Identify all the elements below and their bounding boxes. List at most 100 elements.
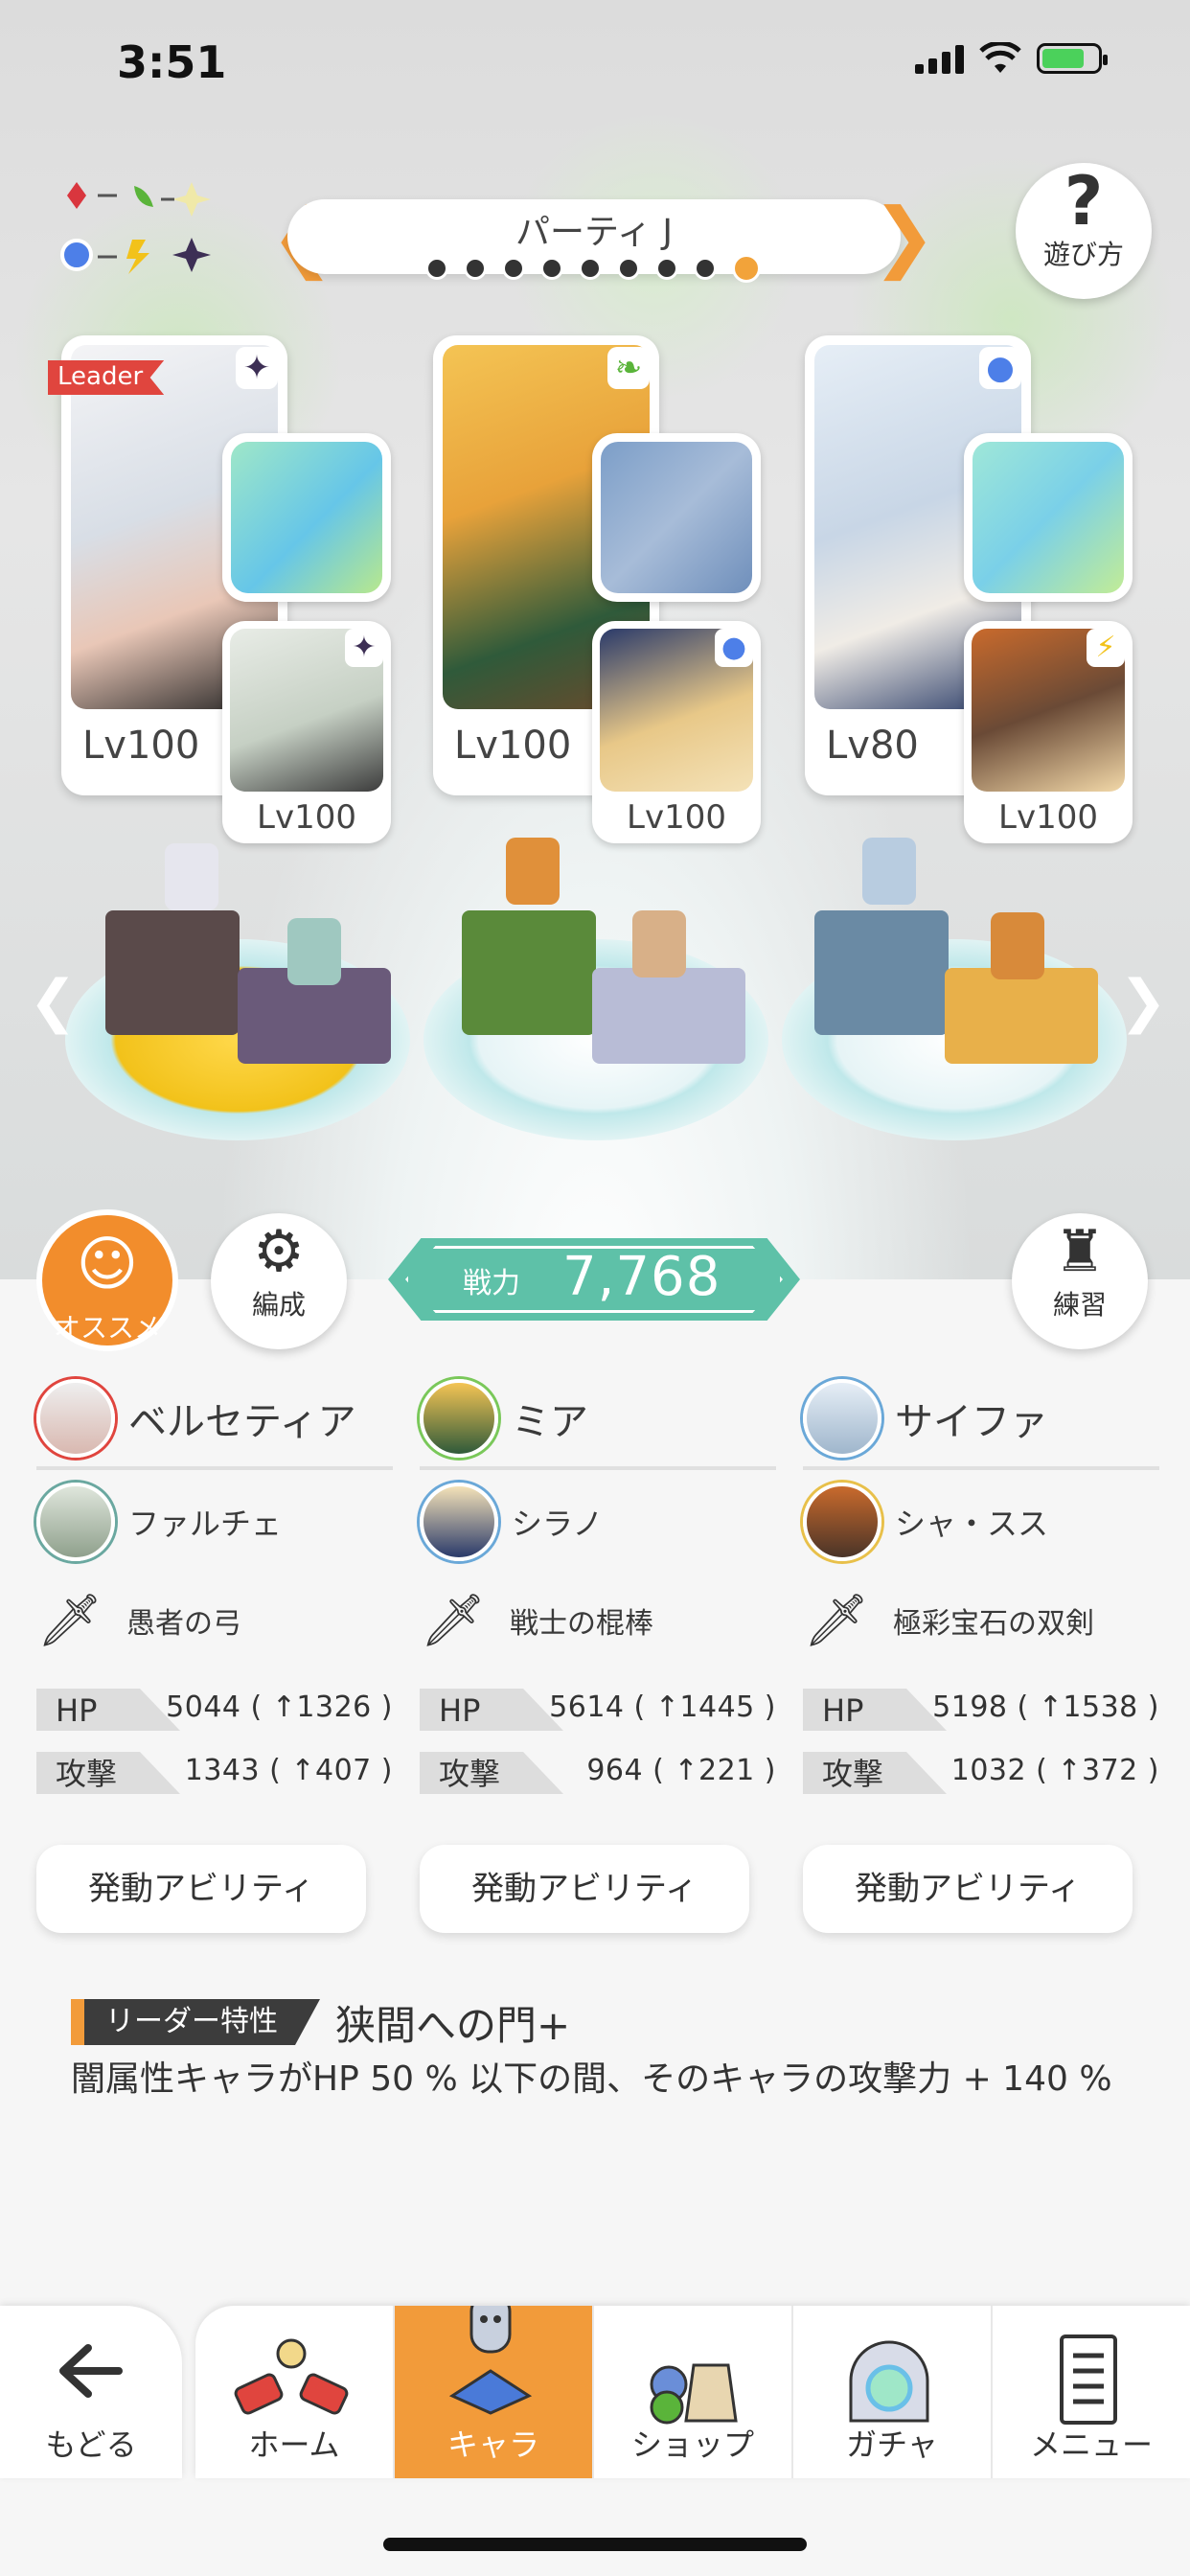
back-arrow-icon (59, 2344, 123, 2398)
sub-member-row[interactable]: ファルチェ (36, 1470, 393, 1574)
member-name-row[interactable]: ミア (420, 1370, 776, 1470)
formation-gear-icon: ⚙ (253, 1218, 305, 1285)
practice-button[interactable]: ♜ 練習 (1012, 1213, 1148, 1349)
member-name-row[interactable]: サイファ (803, 1370, 1159, 1470)
weapon-row[interactable]: 🗡 戦士の棍棒 (420, 1574, 776, 1668)
hp-stat: HP 5198 ( ↑1538 ) (803, 1689, 1159, 1731)
tab-label: キャラ (446, 2426, 539, 2463)
member-level: Lv100 (454, 724, 572, 768)
question-icon: ? (1064, 162, 1104, 241)
formation-button[interactable]: ⚙ 編成 (211, 1213, 347, 1349)
sub-member-level: Lv100 (257, 798, 356, 837)
back-button[interactable]: もどる (0, 2306, 182, 2478)
tab-label: ショップ (630, 2426, 754, 2463)
sub-member-row[interactable]: シラノ (420, 1470, 776, 1574)
cellular-signal-icon (915, 43, 964, 74)
club-icon (601, 442, 752, 593)
help-label: 遊び方 (1042, 239, 1124, 270)
next-party-arrow[interactable]: ❯ (872, 192, 936, 281)
party-page-dots[interactable] (425, 254, 761, 283)
sub-member-row[interactable]: シャ・スス (803, 1470, 1159, 1574)
help-button[interactable]: ? 遊び方 (1016, 163, 1152, 299)
tab-label: メニュー (1029, 2426, 1153, 2463)
tab-menu[interactable]: メニュー (993, 2306, 1190, 2478)
weapon-tile-3[interactable] (964, 433, 1133, 602)
ability-button-3[interactable]: 発動アビリティ (803, 1845, 1133, 1933)
shop-icon (650, 2363, 738, 2425)
menu-list-icon (1060, 2334, 1117, 2425)
avatar (420, 1483, 498, 1561)
practice-label: 練習 (1052, 1289, 1107, 1321)
leader-skill-name: 狭間への門+ (335, 2002, 571, 2049)
sub-member-name: ファルチェ (128, 1506, 283, 1542)
bow-icon (231, 442, 382, 593)
ability-button-2[interactable]: 発動アビリティ (420, 1845, 749, 1933)
sub-member-card-3[interactable]: ⚡ Lv100 (964, 621, 1133, 843)
attack-stat: 攻撃 964 ( ↑221 ) (420, 1752, 776, 1794)
tab-gacha[interactable]: ガチャ (793, 2306, 993, 2478)
status-time: 3:51 (117, 36, 227, 88)
tab-label: ホーム (248, 2426, 340, 2463)
recommend-button[interactable]: ☺ オススメ (36, 1209, 178, 1351)
hp-value: 5198 ( ↑1538 ) (932, 1690, 1159, 1724)
dark-element-icon: ✦ (236, 347, 278, 389)
home-indicator[interactable] (383, 2538, 807, 2551)
scroll-left-arrow[interactable]: ❮ (29, 968, 77, 1035)
water-element-icon: ● (715, 629, 753, 667)
weapon-name: 戦士の棍棒 (510, 1607, 653, 1641)
formation-label: 編成 (251, 1289, 306, 1321)
character-icon (448, 2306, 533, 2415)
stone-block (592, 968, 745, 1064)
attack-stat: 攻撃 1032 ( ↑372 ) (803, 1752, 1159, 1794)
scroll-right-arrow[interactable]: ❯ (1119, 968, 1167, 1035)
bottom-nav: もどる ホーム キャラ ショップ ガチャ メニュー (0, 2306, 1190, 2478)
character-sprite (506, 838, 560, 905)
weapon-tile-1[interactable] (222, 433, 391, 602)
avatar (803, 1379, 881, 1458)
weapon-icon: 🗡 (420, 1590, 487, 1650)
member-name: ミア (512, 1400, 588, 1444)
twin-swords-icon (973, 442, 1124, 593)
home-icon (234, 2338, 349, 2415)
weapon-name: 極彩宝石の双剣 (893, 1607, 1094, 1641)
sub-member-card-2[interactable]: ● Lv100 (592, 621, 761, 843)
leader-skill-description: 闇属性キャラがHP 50 % 以下の間、そのキャラの攻撃力 + 140 % (71, 2059, 1112, 2099)
member-name-row[interactable]: ベルセティア (36, 1370, 393, 1470)
leader-skill-label: リーダー特性 (71, 1999, 320, 2045)
stone-block (814, 910, 949, 1035)
weapon-row[interactable]: 🗡 愚者の弓 (36, 1574, 393, 1668)
water-element-icon: ● (979, 347, 1021, 389)
character-sprite (165, 843, 218, 910)
weapon-tile-2[interactable] (592, 433, 761, 602)
power-label: 戦力 (463, 1267, 520, 1300)
avatar (803, 1483, 881, 1561)
attack-value: 1343 ( ↑407 ) (184, 1754, 393, 1787)
tab-shop[interactable]: ショップ (594, 2306, 793, 2478)
weapon-icon: 🗡 (36, 1590, 103, 1650)
sub-member-level: Lv100 (627, 798, 726, 837)
hp-stat: HP 5614 ( ↑1445 ) (420, 1689, 776, 1731)
sand-block (945, 968, 1098, 1064)
wifi-icon (979, 42, 1021, 73)
element-chart-icon[interactable] (57, 178, 220, 274)
ability-button-1[interactable]: 発動アビリティ (36, 1845, 366, 1933)
gacha-icon (849, 2340, 929, 2423)
sub-member-card-1[interactable]: ✦ Lv100 (222, 621, 391, 843)
avatar (420, 1379, 498, 1458)
member-name: サイファ (895, 1400, 1048, 1444)
member-level: Lv80 (826, 724, 919, 768)
grass-block (462, 910, 596, 1035)
attack-value: 1032 ( ↑372 ) (950, 1754, 1159, 1787)
member-level: Lv100 (82, 724, 200, 768)
sub-member-level: Lv100 (998, 798, 1098, 837)
weapon-row[interactable]: 🗡 極彩宝石の双剣 (803, 1574, 1159, 1668)
power-display: 戦力 7,768 (388, 1238, 800, 1321)
tab-chara[interactable]: キャラ (395, 2306, 594, 2478)
member-stats-2: ミア シラノ 🗡 戦士の棍棒 HP 5614 ( ↑1445 ) 攻撃 964 … (420, 1370, 776, 1794)
dark-element-icon: ✦ (345, 629, 383, 667)
tab-home[interactable]: ホーム (195, 2306, 395, 2478)
avatar (36, 1379, 115, 1458)
battery-icon (1037, 43, 1108, 74)
attack-stat: 攻撃 1343 ( ↑407 ) (36, 1752, 393, 1794)
attack-value: 964 ( ↑221 ) (586, 1754, 776, 1787)
